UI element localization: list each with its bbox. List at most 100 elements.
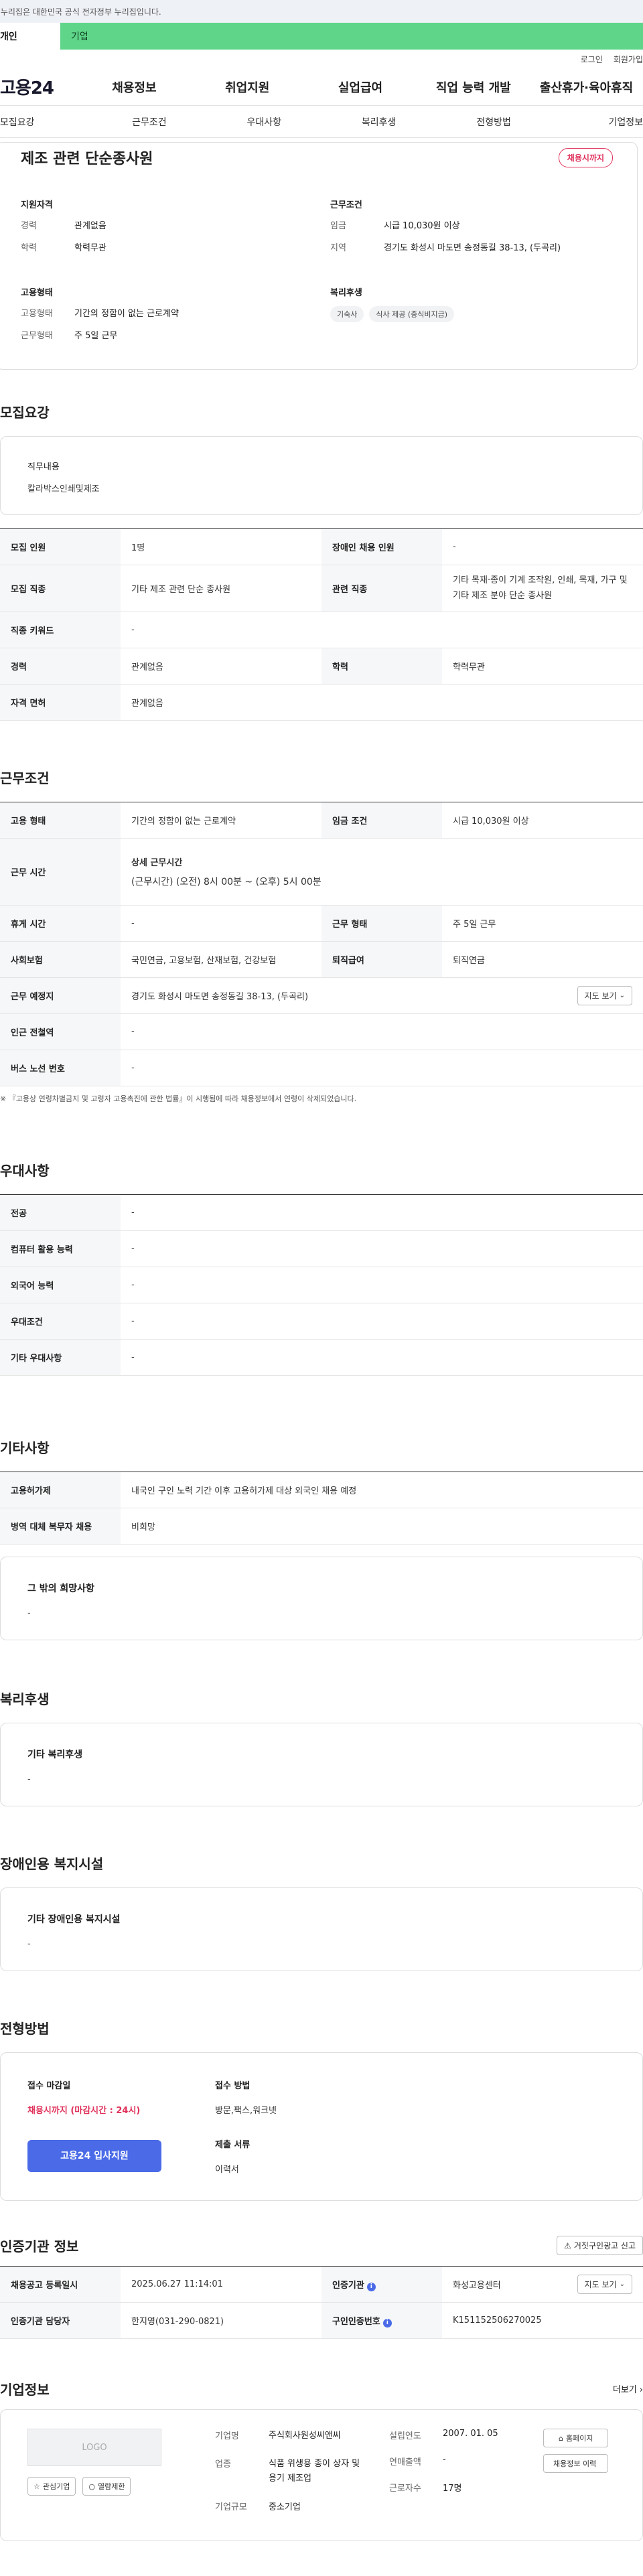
emptype-key: 고용형태 [21, 309, 53, 319]
star-icon: ☆ [33, 2482, 40, 2491]
selection-right: 접수 방법 방문,팩스,워크넷 제출 서류 이력서 [215, 2078, 277, 2175]
education-key: 학력 [21, 243, 37, 253]
company-name-key: 기업명 [215, 2431, 239, 2441]
sales-value: - [443, 2455, 446, 2465]
gov-banner: 이 누리집은 대한민국 공식 전자정부 누리집입니다. [0, 0, 643, 23]
cert-org-value: 화성고용센터 [453, 2281, 501, 2291]
site-logo[interactable]: 고용24 [0, 74, 78, 99]
employment-group: 고용형태 고용형태 기간의 정함이 없는 근로계약 근무형태 주 5일 근무 [21, 285, 303, 350]
homepage-button[interactable]: ⌂ 홈페이지 [543, 2429, 609, 2447]
size-value: 중소기업 [269, 2502, 301, 2513]
alert-icon: ⚠ [564, 2240, 571, 2250]
employment-label: 고용형태 [21, 288, 53, 298]
method-value: 방문,팩스,워크넷 [215, 2106, 277, 2116]
table-value: 비희망 [121, 1508, 643, 1545]
chevron-right-icon: › [639, 2385, 643, 2395]
company-name-value: 주식회사원성씨앤씨 [269, 2431, 341, 2441]
table-key: 외국어 능력 [0, 1267, 121, 1303]
tab-company[interactable]: 기업 [60, 23, 134, 50]
anchor-conditions[interactable]: 근무조건 [92, 115, 206, 129]
tab-individual[interactable]: 개인 [0, 23, 60, 50]
more-link[interactable]: 더보기 › [613, 2382, 643, 2395]
cert-map-button[interactable]: 지도 보기 ⌄ [577, 2275, 632, 2294]
company-header: 기업정보 더보기 › [0, 2379, 643, 2399]
map-view-button[interactable]: 지도 보기 ⌄ [577, 986, 632, 1005]
recruit-section-title: 모집요강 [0, 405, 50, 421]
wish-label: 그 밖의 희망사항 [27, 1583, 94, 1594]
table-row: 휴게 시간 - 근무 형태 주 5일 근무 [0, 905, 643, 942]
table-key: 컴퓨터 활용 능력 [0, 1230, 121, 1267]
login-link[interactable]: 로그인 [581, 54, 603, 65]
table-row: 경력 관계없음 학력 학력무관 [0, 648, 643, 685]
page-bottom-spacer [0, 2541, 643, 2568]
anchor-company[interactable]: 기업정보 [551, 115, 643, 129]
etc-table: 고용허가제 내국인 구인 노력 기간 이후 고용허가제 대상 외국인 채용 예정 … [0, 1472, 643, 1545]
table-value: 주 5일 근무 [442, 905, 643, 942]
table-value: 기타 제조 관련 단순 종사원 [121, 565, 322, 612]
top-links: 로그인 회원가입 [0, 50, 643, 68]
nav-unemployment-benefit[interactable]: 실업급여 [304, 78, 417, 96]
signup-link[interactable]: 회원가입 [614, 54, 643, 65]
table-key: 채용공고 등록일시 [0, 2266, 121, 2303]
anchor-welfare[interactable]: 복리후생 [322, 115, 436, 129]
work-hours-cell: 상세 근무시간 (근무시간) (오전) 8시 00분 ~ (오후) 5시 00분 [121, 838, 643, 906]
etc-section-title: 기타사항 [0, 1440, 50, 1456]
wage-key: 임금 [330, 221, 346, 231]
deadline-label: 접수 마감일 [27, 2081, 71, 2091]
table-key: 학력 [322, 648, 442, 685]
table-value: - [121, 905, 322, 942]
anchor-selection[interactable]: 전형방법 [436, 115, 551, 129]
job-summary-card: 제조 관련 단순종사원 채용시까지 지원자격 경력 관계없음 학력 학력무관 근무조… [0, 142, 638, 370]
method-label: 접수 방법 [215, 2081, 251, 2091]
hiring-history-button[interactable]: 채용정보 이력 [543, 2454, 609, 2473]
nav-parental-leave[interactable]: 출산휴가·육아휴직 [530, 78, 643, 96]
table-value: 퇴직연금 [442, 941, 643, 978]
report-button[interactable]: ⚠ 거짓구인광고 신고 [557, 2236, 643, 2255]
wish-value: - [27, 1608, 31, 1618]
qualification-group: 지원자격 경력 관계없음 학력 학력무관 [21, 198, 303, 263]
view-restrict-button[interactable]: ○ 열람제한 [82, 2477, 131, 2496]
table-value: 관계없음 [121, 648, 322, 685]
work-section-title: 근무조건 [0, 770, 50, 786]
nav-skill-development[interactable]: 직업 능력 개발 [417, 78, 530, 96]
table-row: 직종 키워드 - [0, 612, 643, 648]
chevron-down-icon: ⌄ [619, 2281, 625, 2288]
table-row: 자격 면허 관계없음 [0, 684, 643, 721]
table-row: 근무 예정지 경기도 화성시 마도면 송정동길 38-13, (두곡리) 지도 … [0, 977, 643, 1014]
table-value: 기타 목재·종이 기계 조작원, 인쇄, 목재, 가구 및 기타 제조 분야 단… [442, 565, 643, 612]
table-key: 우대조건 [0, 1303, 121, 1340]
apply-button[interactable]: 고용24 입사지원 [27, 2140, 161, 2172]
table-key: 사회보험 [0, 941, 121, 978]
report-label: 거짓구인광고 신고 [573, 2241, 636, 2250]
education-value: 학력무관 [74, 243, 106, 253]
table-row: 사회보험 국민연금, 고용보험, 산재보험, 건강보험 퇴직급여 퇴직연금 [0, 941, 643, 978]
work-hours-value: (근무시간) (오전) 8시 00분 ~ (오후) 5시 00분 [131, 877, 322, 887]
table-value: - [121, 1339, 643, 1376]
company-info-left: 기업명 주식회사원성씨앤씨 업종 식품 위생용 종이 상자 및 용기 제조업 기업규… [215, 2429, 389, 2522]
fav-company-button[interactable]: ☆ 관심기업 [27, 2477, 76, 2496]
deadline-value: 채용시까지 (마감시간 : 24시) [27, 2106, 141, 2116]
info-icon[interactable]: i [366, 2282, 376, 2291]
nav-jobs[interactable]: 채용정보 [78, 78, 191, 96]
work-hours-label: 상세 근무시간 [131, 858, 183, 868]
table-value: - [121, 1194, 643, 1231]
table-row: 전공 - [0, 1194, 643, 1231]
anchor-nav: 모집요강 근무조건 우대사항 복리후생 전형방법 기업정보 [0, 106, 643, 138]
anchor-recruit[interactable]: 모집요강 [0, 115, 92, 129]
table-value: 시급 10,030원 이상 [442, 802, 643, 839]
nav-employment-support[interactable]: 취업지원 [191, 78, 304, 96]
info-icon[interactable]: i [382, 2318, 392, 2328]
table-row: 인근 전철역 - [0, 1013, 643, 1050]
table-key: 휴게 시간 [0, 905, 121, 942]
disabled-section-title: 장애인용 복지시설 [0, 1856, 104, 1872]
table-row: 모집 직종 기타 제조 관련 단순 종사원 관련 직종 기타 목재·종이 기계 … [0, 565, 643, 612]
table-key: 구인인증번호 i [322, 2302, 442, 2339]
table-value: - [121, 612, 643, 648]
anchor-preferences[interactable]: 우대사항 [207, 115, 322, 129]
career-key: 경력 [21, 221, 37, 231]
welfare-label: 복리후생 [330, 288, 362, 298]
welfare-tag: 식사 제공 (중식비지급) [369, 306, 455, 322]
table-key: 경력 [0, 648, 121, 685]
user-type-bar: 개인 기업 [0, 23, 643, 50]
table-row: 버스 노선 번호 - [0, 1050, 643, 1086]
